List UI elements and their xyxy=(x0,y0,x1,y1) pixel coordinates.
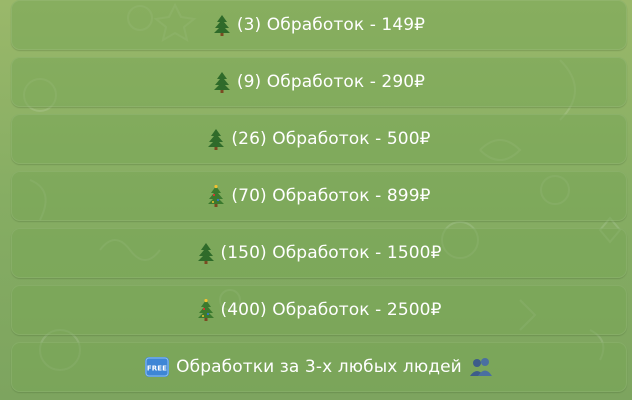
christmas-tree-icon xyxy=(213,71,231,93)
christmas-tree-icon xyxy=(213,14,231,36)
decorated-tree-icon xyxy=(197,299,215,321)
package-26-button[interactable]: (26) Обработок - 500₽ xyxy=(11,114,627,164)
christmas-tree-icon xyxy=(207,128,225,150)
button-label: (70) Обработок - 899₽ xyxy=(231,186,431,206)
button-label: Обработки за 3-х любых людей xyxy=(176,357,462,377)
package-70-button[interactable]: (70) Обработок - 899₽ xyxy=(11,171,627,221)
button-label: (400) Обработок - 2500₽ xyxy=(220,300,442,320)
button-label: (150) Обработок - 1500₽ xyxy=(220,243,442,263)
button-label: (3) Обработок - 149₽ xyxy=(236,15,426,35)
svg-text:FREE: FREE xyxy=(147,365,167,373)
button-label: (9) Обработок - 290₽ xyxy=(236,72,426,92)
christmas-tree-icon xyxy=(197,242,215,264)
decorated-tree-icon xyxy=(207,185,225,207)
button-label: (26) Обработок - 500₽ xyxy=(231,129,431,149)
free-three-people-button[interactable]: FREE Обработки за 3-х любых людей xyxy=(11,342,627,392)
package-3-button[interactable]: (3) Обработок - 149₽ xyxy=(11,0,627,50)
package-150-button[interactable]: (150) Обработок - 1500₽ xyxy=(11,228,627,278)
inline-keyboard: (3) Обработок - 149₽ (9) Обработок - 290… xyxy=(0,0,632,400)
package-400-button[interactable]: (400) Обработок - 2500₽ xyxy=(11,285,627,335)
package-9-button[interactable]: (9) Обработок - 290₽ xyxy=(11,57,627,107)
people-silhouette-icon xyxy=(468,356,494,378)
free-badge-icon: FREE xyxy=(144,356,170,378)
